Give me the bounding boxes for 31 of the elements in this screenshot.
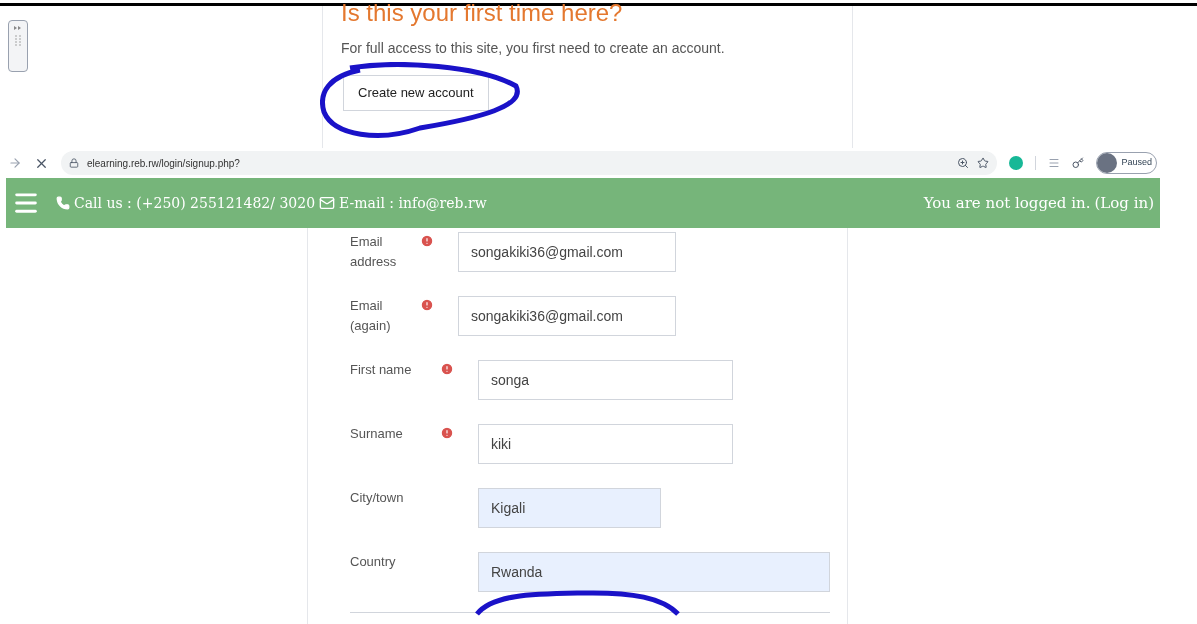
contact-text: Call us : (+250) 255121482/ 3020 (74, 193, 316, 213)
extension-icon[interactable] (1009, 156, 1024, 170)
text-field[interactable]: kiki (478, 424, 733, 464)
phone-icon (56, 196, 70, 210)
zoom-icon[interactable] (957, 157, 970, 169)
text-field[interactable]: Kigali (478, 488, 661, 528)
side-handle-icon[interactable] (8, 20, 28, 72)
create-account-button[interactable]: Create new account (343, 75, 489, 111)
mail-icon (319, 195, 336, 211)
address-bar[interactable]: elearning.reb.rw/login/signup.php? (61, 151, 998, 175)
field-label: Country (350, 553, 396, 571)
field-label: Surname (350, 425, 403, 443)
key-icon[interactable] (1072, 157, 1085, 169)
field-label: Email (again) (350, 297, 392, 335)
url-text: elearning.reb.rw/login/signup.php? (87, 156, 240, 171)
reading-list-icon[interactable] (1048, 157, 1061, 169)
login-status: You are not logged in. (923, 192, 1091, 214)
email-text: E-mail : info@reb.rw (339, 193, 487, 213)
text-field[interactable]: songakiki36@gmail.com (458, 296, 676, 336)
text-field[interactable]: songakiki36@gmail.com (458, 232, 676, 272)
star-icon[interactable] (977, 157, 990, 169)
forward-icon[interactable] (8, 156, 22, 170)
page-heading: Is this your first time here? (341, 0, 624, 26)
intro-text: For full access to this site, you first need to create an account. (341, 39, 726, 58)
avatar-icon (1097, 153, 1118, 173)
field-label: Email address (350, 233, 398, 271)
field-label: City/town (350, 489, 404, 507)
field-label: First name (350, 361, 412, 379)
text-field[interactable]: Rwanda (478, 552, 830, 592)
lock-icon (69, 158, 79, 168)
text-field[interactable]: songa (478, 360, 733, 400)
